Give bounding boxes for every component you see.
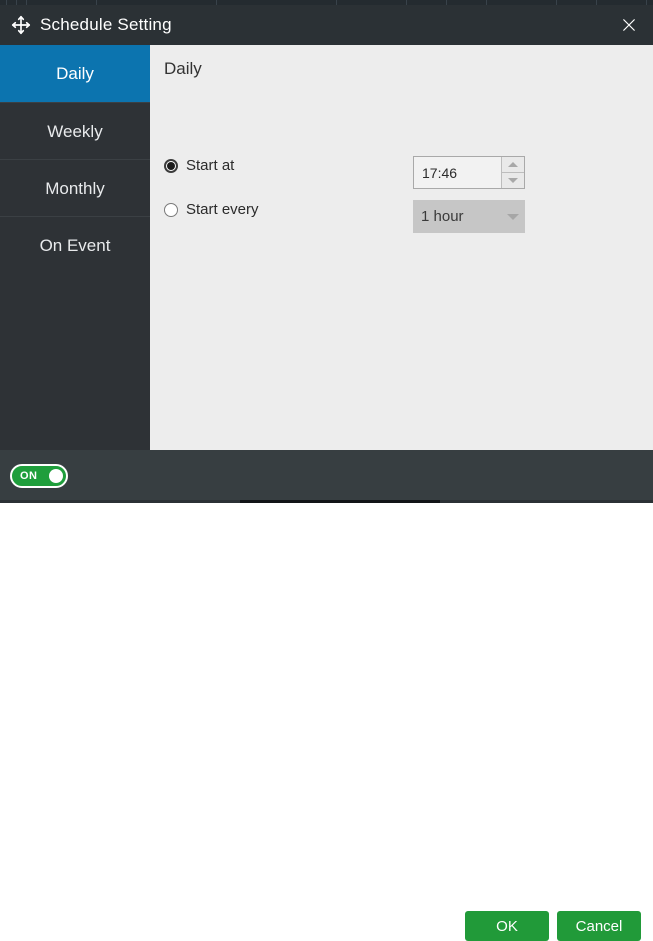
ok-button[interactable]: OK (465, 911, 549, 941)
window-title: Schedule Setting (40, 5, 172, 45)
page-title: Daily (164, 59, 202, 79)
dialog-footer: ON OK Cancel (0, 450, 653, 500)
schedule-content-panel: Daily Start at 17:46 Start every 1 hour (150, 45, 653, 450)
start-at-option-row: Start at (164, 157, 234, 174)
title-bar[interactable]: Schedule Setting (0, 5, 653, 45)
sidebar-item-monthly[interactable]: Monthly (0, 159, 150, 216)
enable-schedule-toggle[interactable]: ON (10, 464, 68, 488)
toggle-state-label: ON (20, 470, 38, 482)
interval-selected-value: 1 hour (413, 208, 501, 225)
start-every-label[interactable]: Start every (186, 201, 259, 218)
start-every-option-row: Start every (164, 201, 259, 218)
start-at-time-spinner[interactable]: 17:46 (413, 156, 525, 189)
start-at-time-input[interactable]: 17:46 (414, 157, 501, 188)
cancel-button[interactable]: Cancel (557, 911, 641, 941)
start-every-radio[interactable] (164, 203, 178, 217)
toggle-knob (49, 469, 63, 483)
caret-up-icon[interactable] (502, 157, 524, 173)
sidebar-item-label: On Event (40, 236, 111, 255)
sidebar-item-weekly[interactable]: Weekly (0, 102, 150, 159)
schedule-setting-dialog: Schedule Setting Daily Weekly Monthly On… (0, 0, 653, 503)
close-icon[interactable] (613, 10, 645, 40)
sidebar-item-label: Monthly (45, 179, 105, 198)
move-arrows-icon (10, 14, 32, 36)
start-every-interval-dropdown[interactable]: 1 hour (413, 200, 525, 233)
caret-down-icon[interactable] (502, 173, 524, 188)
chevron-down-icon (501, 214, 525, 220)
sidebar-item-on-event[interactable]: On Event (0, 216, 150, 273)
schedule-type-sidebar: Daily Weekly Monthly On Event (0, 45, 150, 450)
start-at-radio[interactable] (164, 159, 178, 173)
spinner-buttons (501, 157, 524, 188)
start-at-label[interactable]: Start at (186, 157, 234, 174)
sidebar-item-daily[interactable]: Daily (0, 45, 150, 102)
sidebar-item-label: Daily (56, 64, 94, 83)
sidebar-item-label: Weekly (47, 122, 102, 141)
